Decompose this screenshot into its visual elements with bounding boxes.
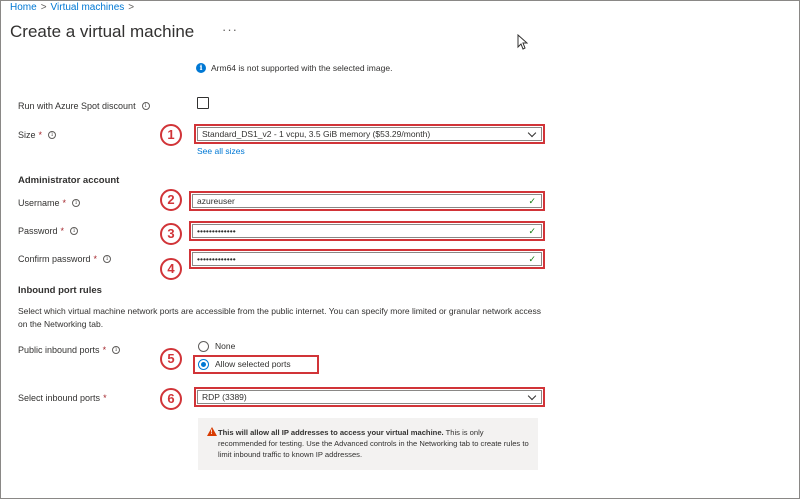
radio-allow-selected-ports[interactable] <box>198 359 209 370</box>
confirm-password-input[interactable]: ••••••••••••• ✓ <box>189 249 545 269</box>
radio-none-label: None <box>215 341 236 351</box>
chevron-down-icon <box>527 391 537 401</box>
confirm-password-label: Confirm password * i <box>18 254 112 264</box>
password-label-text: Password <box>18 226 58 236</box>
step-badge-6: 6 <box>160 388 182 410</box>
required-marker: * <box>60 226 65 236</box>
step-badge-1: 1 <box>160 124 182 146</box>
checkmark-icon: ✓ <box>528 196 536 206</box>
more-options-button[interactable]: ··· <box>222 22 238 37</box>
breadcrumb-separator: > <box>128 2 135 13</box>
confirm-password-input-value: ••••••••••••• <box>197 254 236 264</box>
username-input[interactable]: azureuser ✓ <box>189 191 545 211</box>
checkmark-icon: ✓ <box>528 254 536 264</box>
confirm-password-label-text: Confirm password <box>18 254 91 264</box>
required-marker: * <box>62 198 67 208</box>
required-marker: * <box>103 393 107 403</box>
password-input-value: ••••••••••••• <box>197 226 236 236</box>
spot-discount-label-text: Run with Azure Spot discount <box>18 101 136 111</box>
breadcrumb-home[interactable]: Home <box>10 2 37 13</box>
public-inbound-ports-label: Public inbound ports * i <box>18 345 121 355</box>
chevron-down-icon <box>527 128 537 138</box>
radio-none[interactable] <box>198 341 209 352</box>
public-inbound-ports-label-text: Public inbound ports <box>18 345 100 355</box>
username-label: Username * i <box>18 198 81 208</box>
select-inbound-ports-label-text: Select inbound ports <box>18 393 101 403</box>
mouse-cursor-icon <box>517 34 528 50</box>
breadcrumb: Home > Virtual machines > <box>10 2 138 13</box>
see-all-sizes-link[interactable]: See all sizes <box>197 146 245 156</box>
warning-message: This will allow all IP addresses to acce… <box>198 418 538 470</box>
inbound-port-rules-heading: Inbound port rules <box>18 285 102 296</box>
select-inbound-ports-dropdown[interactable]: RDP (3389) <box>194 387 545 407</box>
info-icon: i <box>196 63 206 73</box>
page-title: Create a virtual machine <box>10 22 195 41</box>
info-icon[interactable]: i <box>103 255 112 263</box>
password-input[interactable]: ••••••••••••• ✓ <box>189 221 545 241</box>
administrator-account-heading: Administrator account <box>18 175 120 186</box>
size-label-text: Size <box>18 130 36 140</box>
info-icon[interactable]: i <box>70 227 79 235</box>
required-marker: * <box>93 254 98 264</box>
size-label: Size * i <box>18 130 57 140</box>
spot-discount-label: Run with Azure Spot discount i <box>18 101 150 111</box>
username-input-value: azureuser <box>197 196 235 206</box>
size-select-value: Standard_DS1_v2 - 1 vcpu, 3.5 GiB memory… <box>202 129 431 139</box>
select-inbound-ports-value: RDP (3389) <box>202 392 247 402</box>
breadcrumb-separator: > <box>40 2 47 13</box>
info-icon[interactable]: i <box>72 199 81 207</box>
radio-allow-selected-ports-label: Allow selected ports <box>215 359 291 369</box>
required-marker: * <box>38 130 43 140</box>
required-marker: * <box>102 345 107 355</box>
step-badge-2: 2 <box>160 189 182 211</box>
checkmark-icon: ✓ <box>528 226 536 236</box>
arm64-notice-text: Arm64 is not supported with the selected… <box>211 63 393 73</box>
info-icon[interactable]: i <box>141 102 150 110</box>
spot-discount-checkbox[interactable] <box>197 97 209 109</box>
step-badge-3: 3 <box>160 223 182 245</box>
info-icon[interactable]: i <box>48 131 57 139</box>
step-badge-5: 5 <box>160 348 182 370</box>
info-icon[interactable]: i <box>112 346 121 354</box>
username-label-text: Username <box>18 198 60 208</box>
arm64-notice: i Arm64 is not supported with the select… <box>196 63 392 73</box>
inbound-port-description: Select which virtual machine network por… <box>18 306 541 329</box>
size-select[interactable]: Standard_DS1_v2 - 1 vcpu, 3.5 GiB memory… <box>194 124 545 144</box>
select-inbound-ports-label: Select inbound ports * <box>18 393 107 403</box>
password-label: Password * i <box>18 226 79 236</box>
breadcrumb-virtual-machines[interactable]: Virtual machines <box>51 2 125 13</box>
warning-icon-mark: ! <box>210 430 213 436</box>
step-badge-4: 4 <box>160 258 182 280</box>
warning-bold-text: This will allow all IP addresses to acce… <box>218 428 444 437</box>
